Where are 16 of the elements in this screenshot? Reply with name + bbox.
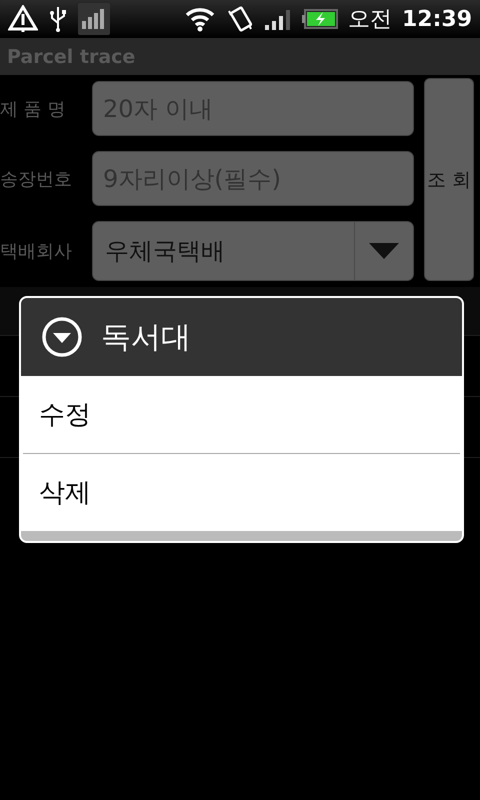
warning-icon bbox=[8, 5, 38, 33]
dropdown-circle-icon bbox=[41, 316, 83, 358]
dialog-title: 독서대 bbox=[101, 318, 191, 356]
field-label: 제 품 명 bbox=[0, 98, 66, 120]
am-pm-label: 오전 bbox=[348, 6, 392, 34]
battery-charging-icon bbox=[302, 9, 338, 29]
dropdown-value: 우체국택배 bbox=[104, 236, 226, 267]
caret-icon bbox=[369, 243, 399, 259]
vibrate-icon bbox=[226, 5, 254, 33]
wifi-icon bbox=[184, 6, 216, 32]
bar-chart-icon[interactable] bbox=[78, 3, 110, 35]
field-label: 송장번호 bbox=[0, 168, 73, 190]
field-label: 택배회사 bbox=[0, 240, 73, 263]
usb-icon bbox=[48, 5, 68, 33]
signal-icon bbox=[264, 7, 292, 31]
clock-time: 12:39 bbox=[402, 6, 472, 32]
